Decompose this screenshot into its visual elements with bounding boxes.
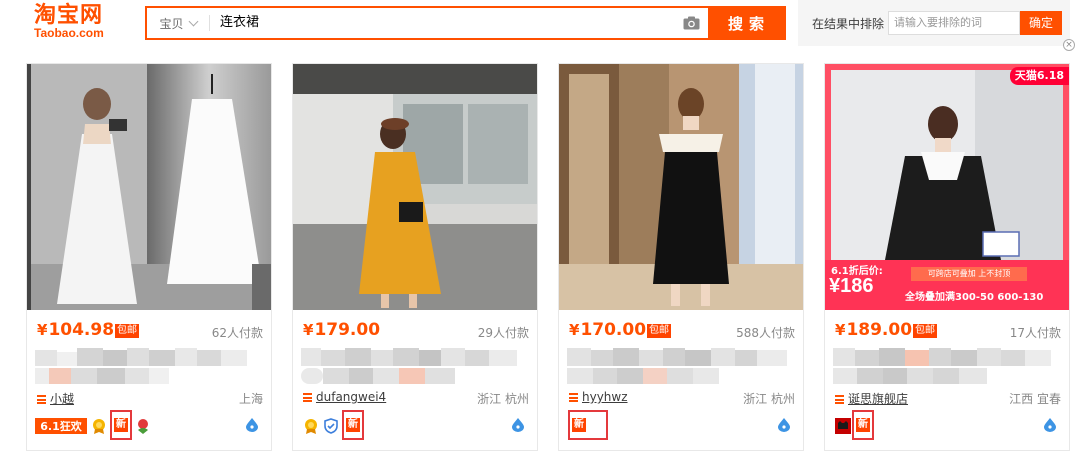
price-row: ¥170.00 包邮 588人付款 <box>569 320 795 342</box>
new-arrival-badge[interactable]: 新 <box>568 410 608 440</box>
taobao-logo[interactable]: 淘宝网 Taobao.com <box>34 5 116 41</box>
discount-banner: 全场叠加满300-50 600-130 <box>905 292 1044 303</box>
product-price: ¥179.00 <box>303 320 381 340</box>
product-title-blurred[interactable] <box>567 348 795 386</box>
new-arrival-badge[interactable]: 新 <box>342 410 364 440</box>
shop-menu-icon <box>569 393 578 402</box>
product-title-blurred[interactable] <box>301 348 529 386</box>
gold-medal-icon[interactable] <box>91 418 107 434</box>
shop-name-link[interactable]: 诞思旗舰店 <box>848 392 908 406</box>
product-image[interactable]: 天猫6.18 6.1折后价: ¥186 可跨店可叠加 上不封顶 全场叠加满300… <box>825 64 1069 310</box>
exclude-label: 在结果中排除 <box>812 17 885 31</box>
exclude-panel: 在结果中排除 请输入要排除的词 确定 <box>798 0 1070 46</box>
product-price: ¥104.98 <box>37 320 115 340</box>
product-card[interactable]: ¥104.98 包邮 62人付款 小越 上海 6.1狂欢 新 <box>26 63 272 451</box>
search-category-label: 宝贝 <box>159 16 184 31</box>
badge-row: 新 <box>833 410 1061 440</box>
tmall-cat-icon[interactable] <box>835 418 851 434</box>
tmall-618-badge[interactable]: 天猫6.18 <box>1009 67 1069 85</box>
shop-row: dufangwei4 浙江 杭州 <box>303 390 529 406</box>
product-card[interactable]: ¥170.00 包邮 588人付款 hyyhwz 浙江 杭州 新 <box>558 63 804 451</box>
shop-name-link[interactable]: dufangwei4 <box>316 390 386 404</box>
shop-name-link[interactable]: hyyhwz <box>582 390 628 404</box>
free-shipping-badge: 包邮 <box>913 324 938 338</box>
new-arrival-badge[interactable]: 新 <box>852 410 874 440</box>
shop-location: 上海 <box>238 392 263 406</box>
badge-row: 新 <box>301 410 529 440</box>
free-shipping-badge: 包邮 <box>115 324 140 338</box>
promo-price: ¥186 <box>829 275 874 297</box>
search-button[interactable]: 搜索 <box>708 8 784 38</box>
badge-row: 新 <box>567 410 795 440</box>
new-arrival-badge[interactable]: 新 <box>110 410 132 440</box>
product-image[interactable] <box>27 64 271 310</box>
product-title-blurred[interactable] <box>833 348 1061 386</box>
product-card[interactable]: ¥179.00 29人付款 dufangwei4 浙江 杭州 新 <box>292 63 538 451</box>
product-image[interactable] <box>293 64 537 310</box>
shop-menu-icon <box>303 393 312 402</box>
cross-store-banner: 可跨店可叠加 上不封顶 <box>911 267 1027 281</box>
gold-medal-icon[interactable] <box>303 418 319 434</box>
wangwang-icon[interactable] <box>1043 418 1057 432</box>
shop-row: 小越 上海 <box>37 390 263 406</box>
shop-row: hyyhwz 浙江 杭州 <box>569 390 795 406</box>
promo-badge-icon[interactable]: 6.1狂欢 <box>35 418 87 434</box>
flower-icon[interactable] <box>135 418 151 434</box>
price-row: ¥189.00 包邮 17人付款 <box>835 320 1061 342</box>
product-price: ¥170.00 <box>569 320 647 340</box>
close-icon[interactable]: × <box>1063 39 1075 51</box>
shop-menu-icon <box>835 395 844 404</box>
product-price: ¥189.00 <box>835 320 913 340</box>
shield-icon[interactable] <box>323 418 339 434</box>
svg-text:6.1狂欢: 6.1狂欢 <box>40 419 82 433</box>
search-category-select[interactable]: 宝贝 <box>147 8 209 38</box>
search-input[interactable]: 连衣裙 <box>210 8 674 38</box>
sales-count: 17人付款 <box>1009 326 1061 340</box>
product-image[interactable] <box>559 64 803 310</box>
price-row: ¥104.98 包邮 62人付款 <box>37 320 263 342</box>
shop-location: 浙江 杭州 <box>743 392 795 406</box>
free-shipping-badge: 包邮 <box>647 324 672 338</box>
wangwang-icon[interactable] <box>511 418 525 432</box>
chevron-down-icon <box>188 16 198 26</box>
exclude-confirm-button[interactable]: 确定 <box>1020 11 1062 35</box>
price-row: ¥179.00 29人付款 <box>303 320 529 342</box>
sales-count: 588人付款 <box>736 326 795 340</box>
product-title-blurred[interactable] <box>35 348 263 386</box>
exclude-input[interactable]: 请输入要排除的词 <box>888 11 1020 35</box>
top-search-bar: 淘宝网 Taobao.com 宝贝 连衣裙 搜索 在结果中排除 请输入要排除的词… <box>0 0 1080 51</box>
sales-count: 29人付款 <box>477 326 529 340</box>
shop-location: 浙江 杭州 <box>477 392 529 406</box>
wangwang-icon[interactable] <box>245 418 259 432</box>
shop-row: 诞思旗舰店 江西 宜春 <box>835 390 1061 406</box>
shop-location: 江西 宜春 <box>1009 392 1061 406</box>
wangwang-icon[interactable] <box>777 418 791 432</box>
product-card[interactable]: 天猫6.18 6.1折后价: ¥186 可跨店可叠加 上不封顶 全场叠加满300… <box>824 63 1070 451</box>
search-box: 宝贝 连衣裙 搜索 <box>145 6 786 40</box>
sales-count: 62人付款 <box>211 326 263 340</box>
badge-row: 6.1狂欢 新 <box>35 410 263 440</box>
shop-name-link[interactable]: 小越 <box>50 392 74 406</box>
camera-icon[interactable] <box>674 8 708 38</box>
shop-menu-icon <box>37 395 46 404</box>
